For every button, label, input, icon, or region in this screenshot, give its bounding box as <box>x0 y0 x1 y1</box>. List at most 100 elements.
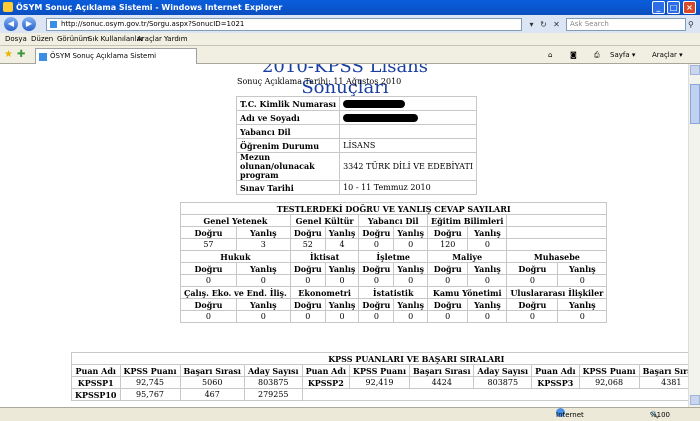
test-name: Maliye <box>426 250 508 263</box>
wrong-count: 4 <box>324 238 360 251</box>
menu-help[interactable]: Yardım <box>164 33 188 46</box>
test-name: İstatistik <box>358 286 428 299</box>
wrong-header: Yanlış <box>235 226 291 239</box>
test-name: Muhasebe <box>506 250 608 263</box>
wrong-header: Yanlış <box>393 262 428 275</box>
menu-edit[interactable]: Düzen <box>31 33 53 46</box>
test-name: Çalış. Eko. ve End. İliş. <box>180 286 291 299</box>
info-label: Yabancı Dil <box>235 124 341 139</box>
scroll-down-arrow[interactable] <box>690 395 700 405</box>
correct-count: 120 <box>426 238 469 251</box>
correct-count: 0 <box>506 274 559 287</box>
column-header: Puan Adı <box>531 364 580 377</box>
table-row: Sınav Tarihi 10 - 11 Temmuz 2010 <box>235 180 477 195</box>
kpss-heading: KPSS PUANLARI VE BAŞARI SIRALARI <box>71 352 688 365</box>
menu-file[interactable]: Dosya <box>5 33 27 46</box>
table-row: 0 0 0 0 0 0 0 0 0 0 <box>180 310 608 323</box>
column-header: Aday Sayısı <box>473 364 533 377</box>
correct-count: 0 <box>506 310 559 323</box>
test-name: Genel Kültür <box>289 214 360 227</box>
address-dropdown-icon[interactable]: ▾ <box>526 19 537 30</box>
score-rank: 4424 <box>409 376 475 389</box>
table-row: Doğru Yanlış Doğru Yanlış Doğru Yanlış D… <box>180 262 608 275</box>
correct-header: Doğru <box>358 226 395 239</box>
column-header: KPSS Puanı <box>349 364 411 377</box>
redaction-mark <box>343 100 406 108</box>
print-icon[interactable]: ⎙ <box>594 50 600 61</box>
score-value: 92,068 <box>578 376 640 389</box>
wrong-count: 0 <box>467 274 508 287</box>
test-results-table: TESTLERDEKİ DOĞRU VE YANLIŞ CEVAP SAYILA… <box>179 202 608 323</box>
info-label: Sınav Tarihi <box>235 180 341 195</box>
home-icon[interactable]: ⌂ <box>548 50 552 61</box>
correct-count: 0 <box>358 238 395 251</box>
browser-tab[interactable]: ÖSYM Sonuç Açıklama Sistemi <box>35 48 197 64</box>
correct-count: 0 <box>358 310 395 323</box>
wrong-header: Yanlış <box>557 262 608 275</box>
table-row: Genel Yetenek Genel Kültür Yabancı Dil E… <box>180 214 608 227</box>
correct-header: Doğru <box>289 226 326 239</box>
add-favorite-icon[interactable]: ✚ <box>17 49 25 61</box>
table-row: Adı ve Soyadı <box>235 110 477 125</box>
ie-icon <box>3 2 13 12</box>
forward-button[interactable]: ▶ <box>22 17 36 31</box>
test-results-heading: TESTLERDEKİ DOĞRU VE YANLIŞ CEVAP SAYILA… <box>179 202 608 215</box>
tab-page-icon <box>39 53 47 61</box>
test-name: Hukuk <box>180 250 291 263</box>
correct-header: Doğru <box>180 226 237 239</box>
minimize-button[interactable]: _ <box>652 1 665 14</box>
column-header: Puan Adı <box>71 364 121 377</box>
menu-view[interactable]: Görünüm <box>57 33 90 46</box>
score-count: 803875 <box>473 376 533 389</box>
page-content: 2010-KPSS Lisans Sonuçları Sonuç Açıklam… <box>0 64 688 407</box>
correct-header: Doğru <box>426 298 469 311</box>
scroll-up-arrow[interactable] <box>690 65 700 75</box>
search-icon[interactable]: ⚲ <box>688 18 698 31</box>
favorites-star-icon[interactable]: ★ <box>4 49 13 61</box>
back-button[interactable]: ◀ <box>4 17 18 31</box>
correct-count: 0 <box>358 274 395 287</box>
wrong-count: 0 <box>393 310 428 323</box>
column-header: Puan Adı <box>301 364 351 377</box>
maximize-button[interactable]: □ <box>667 1 680 14</box>
info-value: 10 - 11 Temmuz 2010 <box>339 180 477 195</box>
stop-icon[interactable]: ✕ <box>551 19 562 30</box>
score-name: KPSSP1 <box>71 376 121 389</box>
page-menu-button[interactable]: Sayfa ▾ <box>610 50 635 61</box>
menu-favorites[interactable]: Sık Kullanılanlar <box>88 33 144 46</box>
search-input[interactable]: Ask Search <box>566 18 686 31</box>
table-row: Puan Adı KPSS Puanı Başarı Sırası Aday S… <box>71 364 688 377</box>
wrong-header: Yanlış <box>324 262 360 275</box>
score-value: 95,767 <box>119 388 181 401</box>
correct-header: Doğru <box>358 262 395 275</box>
score-name: KPSSP2 <box>301 376 351 389</box>
wrong-count: 0 <box>324 274 360 287</box>
tab-row: ★ ✚ ÖSYM Sonuç Açıklama Sistemi ⌂ ◙ ⎙ Sa… <box>0 46 700 64</box>
refresh-icon[interactable]: ↻ <box>538 19 549 30</box>
close-button[interactable]: × <box>683 1 696 14</box>
info-label: T.C. Kimlik Numarası <box>235 96 341 111</box>
correct-header: Doğru <box>180 298 237 311</box>
correct-header: Doğru <box>506 298 559 311</box>
score-name: KPSSP3 <box>531 376 580 389</box>
table-row: Yabancı Dil <box>235 124 477 139</box>
redaction-mark <box>343 114 419 122</box>
menu-tools[interactable]: Araçlar <box>137 33 162 46</box>
wrong-header: Yanlış <box>235 262 291 275</box>
vertical-scrollbar[interactable] <box>688 64 700 407</box>
test-name: Kamu Yönetimi <box>426 286 508 299</box>
window-title: ÖSYM Sonuç Açıklama Sistemi - Windows In… <box>16 3 283 12</box>
test-name: Genel Yetenek <box>180 214 291 227</box>
tools-menu-button[interactable]: Araçlar ▾ <box>652 50 683 61</box>
scroll-thumb[interactable] <box>690 84 700 124</box>
score-count: 279255 <box>243 388 303 401</box>
wrong-count: 0 <box>235 310 291 323</box>
score-rank: 5060 <box>179 376 245 389</box>
table-row: Doğru Yanlış Doğru Yanlış Doğru Yanlış D… <box>180 226 608 239</box>
correct-count: 0 <box>180 274 237 287</box>
feeds-icon[interactable]: ◙ <box>570 50 577 61</box>
wrong-count: 0 <box>557 274 608 287</box>
wrong-header: Yanlış <box>393 226 428 239</box>
window-title-bar: ÖSYM Sonuç Açıklama Sistemi - Windows In… <box>0 0 700 15</box>
address-input[interactable]: http://sonuc.osym.gov.tr/Sorgu.aspx?Sonu… <box>46 18 522 31</box>
